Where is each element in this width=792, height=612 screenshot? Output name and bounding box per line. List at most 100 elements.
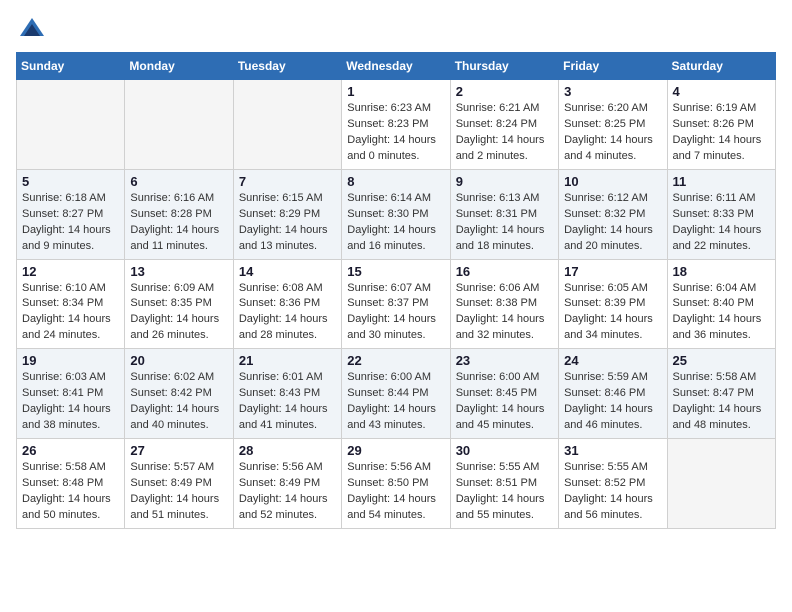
calendar-cell: 14 Sunrise: 6:08 AMSunset: 8:36 PMDayligh… xyxy=(233,259,341,349)
day-info: Sunrise: 6:11 AMSunset: 8:33 PMDaylight:… xyxy=(673,191,770,255)
day-info: Sunrise: 5:56 AMSunset: 8:50 PMDaylight:… xyxy=(347,460,444,524)
calendar-week-row: 1 Sunrise: 6:23 AMSunset: 8:23 PMDaylight… xyxy=(17,80,776,170)
day-number: 23 xyxy=(456,353,553,368)
calendar-cell: 2 Sunrise: 6:21 AMSunset: 8:24 PMDaylight… xyxy=(450,80,558,170)
calendar-cell: 12Sunrise: 6:10 AMSunset: 8:34 PMDayligh… xyxy=(17,259,125,349)
calendar-cell: 4 Sunrise: 6:19 AMSunset: 8:26 PMDaylight… xyxy=(667,80,775,170)
day-number: 15 xyxy=(347,264,444,279)
calendar-cell: 6 Sunrise: 6:16 AMSunset: 8:28 PMDaylight… xyxy=(125,169,233,259)
calendar-cell: 31 Sunrise: 5:55 AMSunset: 8:52 PMDayligh… xyxy=(559,439,667,529)
day-info: Sunrise: 6:02 AMSunset: 8:42 PMDaylight:… xyxy=(130,370,227,434)
day-info: Sunrise: 6:16 AMSunset: 8:28 PMDaylight:… xyxy=(130,191,227,255)
day-number: 5 xyxy=(22,174,119,189)
calendar-cell: 5Sunrise: 6:18 AMSunset: 8:27 PMDaylight… xyxy=(17,169,125,259)
day-number: 24 xyxy=(564,353,661,368)
calendar-week-row: 26 Sunrise: 5:58 AMSunset: 8:48 PMDayligh… xyxy=(17,439,776,529)
day-number: 1 xyxy=(347,84,444,99)
calendar-cell: 15 Sunrise: 6:07 AMSunset: 8:37 PMDayligh… xyxy=(342,259,450,349)
calendar-cell: 21 Sunrise: 6:01 AMSunset: 8:43 PMDayligh… xyxy=(233,349,341,439)
day-info: Sunrise: 6:19 AMSunset: 8:26 PMDaylight:… xyxy=(673,101,770,165)
day-number: 29 xyxy=(347,443,444,458)
calendar-cell xyxy=(233,80,341,170)
header-monday: Monday xyxy=(125,53,233,80)
calendar-week-row: 5Sunrise: 6:18 AMSunset: 8:27 PMDaylight… xyxy=(17,169,776,259)
calendar-cell: 8Sunrise: 6:14 AMSunset: 8:30 PMDaylight… xyxy=(342,169,450,259)
header-sunday: Sunday xyxy=(17,53,125,80)
calendar-cell: 9 Sunrise: 6:13 AMSunset: 8:31 PMDaylight… xyxy=(450,169,558,259)
day-info: Sunrise: 6:10 AMSunset: 8:34 PMDaylight:… xyxy=(22,281,119,345)
page-header xyxy=(16,16,776,44)
day-info: Sunrise: 5:55 AMSunset: 8:52 PMDaylight:… xyxy=(564,460,661,524)
day-number: 3 xyxy=(564,84,661,99)
header-thursday: Thursday xyxy=(450,53,558,80)
calendar-cell xyxy=(125,80,233,170)
day-number: 18 xyxy=(673,264,770,279)
day-info: Sunrise: 6:05 AMSunset: 8:39 PMDaylight:… xyxy=(564,281,661,345)
day-number: 20 xyxy=(130,353,227,368)
day-number: 9 xyxy=(456,174,553,189)
calendar-cell: 10Sunrise: 6:12 AMSunset: 8:32 PMDayligh… xyxy=(559,169,667,259)
day-number: 28 xyxy=(239,443,336,458)
day-info: Sunrise: 5:55 AMSunset: 8:51 PMDaylight:… xyxy=(456,460,553,524)
calendar-cell: 29 Sunrise: 5:56 AMSunset: 8:50 PMDayligh… xyxy=(342,439,450,529)
logo xyxy=(16,16,46,44)
day-info: Sunrise: 6:08 AMSunset: 8:36 PMDaylight:… xyxy=(239,281,336,345)
calendar-cell xyxy=(667,439,775,529)
header-friday: Friday xyxy=(559,53,667,80)
header-wednesday: Wednesday xyxy=(342,53,450,80)
calendar-cell: 20 Sunrise: 6:02 AMSunset: 8:42 PMDayligh… xyxy=(125,349,233,439)
calendar-cell: 22Sunrise: 6:00 AMSunset: 8:44 PMDayligh… xyxy=(342,349,450,439)
header-saturday: Saturday xyxy=(667,53,775,80)
day-number: 13 xyxy=(130,264,227,279)
day-info: Sunrise: 5:57 AMSunset: 8:49 PMDaylight:… xyxy=(130,460,227,524)
calendar-cell: 27 Sunrise: 5:57 AMSunset: 8:49 PMDayligh… xyxy=(125,439,233,529)
calendar-cell: 30Sunrise: 5:55 AMSunset: 8:51 PMDayligh… xyxy=(450,439,558,529)
calendar-cell xyxy=(17,80,125,170)
day-info: Sunrise: 6:13 AMSunset: 8:31 PMDaylight:… xyxy=(456,191,553,255)
calendar-cell: 16Sunrise: 6:06 AMSunset: 8:38 PMDayligh… xyxy=(450,259,558,349)
day-info: Sunrise: 6:01 AMSunset: 8:43 PMDaylight:… xyxy=(239,370,336,434)
day-info: Sunrise: 6:00 AMSunset: 8:45 PMDaylight:… xyxy=(456,370,553,434)
day-info: Sunrise: 6:09 AMSunset: 8:35 PMDaylight:… xyxy=(130,281,227,345)
day-number: 17 xyxy=(564,264,661,279)
day-number: 2 xyxy=(456,84,553,99)
day-number: 14 xyxy=(239,264,336,279)
calendar-table: SundayMondayTuesdayWednesdayThursdayFrid… xyxy=(16,52,776,529)
calendar-cell: 18 Sunrise: 6:04 AMSunset: 8:40 PMDayligh… xyxy=(667,259,775,349)
day-info: Sunrise: 6:00 AMSunset: 8:44 PMDaylight:… xyxy=(347,370,444,434)
logo-icon xyxy=(18,16,46,44)
day-number: 4 xyxy=(673,84,770,99)
calendar-cell: 17 Sunrise: 6:05 AMSunset: 8:39 PMDayligh… xyxy=(559,259,667,349)
day-number: 27 xyxy=(130,443,227,458)
calendar-cell: 13 Sunrise: 6:09 AMSunset: 8:35 PMDayligh… xyxy=(125,259,233,349)
day-number: 6 xyxy=(130,174,227,189)
day-number: 11 xyxy=(673,174,770,189)
calendar-cell: 23 Sunrise: 6:00 AMSunset: 8:45 PMDayligh… xyxy=(450,349,558,439)
day-info: Sunrise: 6:03 AMSunset: 8:41 PMDaylight:… xyxy=(22,370,119,434)
calendar-header-row: SundayMondayTuesdayWednesdayThursdayFrid… xyxy=(17,53,776,80)
day-info: Sunrise: 6:14 AMSunset: 8:30 PMDaylight:… xyxy=(347,191,444,255)
day-number: 7 xyxy=(239,174,336,189)
calendar-cell: 19Sunrise: 6:03 AMSunset: 8:41 PMDayligh… xyxy=(17,349,125,439)
header-tuesday: Tuesday xyxy=(233,53,341,80)
calendar-cell: 1 Sunrise: 6:23 AMSunset: 8:23 PMDaylight… xyxy=(342,80,450,170)
day-number: 25 xyxy=(673,353,770,368)
calendar-cell: 7 Sunrise: 6:15 AMSunset: 8:29 PMDaylight… xyxy=(233,169,341,259)
day-info: Sunrise: 6:15 AMSunset: 8:29 PMDaylight:… xyxy=(239,191,336,255)
day-info: Sunrise: 5:58 AMSunset: 8:48 PMDaylight:… xyxy=(22,460,119,524)
calendar-cell: 3Sunrise: 6:20 AMSunset: 8:25 PMDaylight… xyxy=(559,80,667,170)
day-info: Sunrise: 6:23 AMSunset: 8:23 PMDaylight:… xyxy=(347,101,444,165)
day-number: 10 xyxy=(564,174,661,189)
day-number: 26 xyxy=(22,443,119,458)
calendar-cell: 26 Sunrise: 5:58 AMSunset: 8:48 PMDayligh… xyxy=(17,439,125,529)
day-info: Sunrise: 6:21 AMSunset: 8:24 PMDaylight:… xyxy=(456,101,553,165)
day-number: 21 xyxy=(239,353,336,368)
day-info: Sunrise: 6:04 AMSunset: 8:40 PMDaylight:… xyxy=(673,281,770,345)
day-number: 16 xyxy=(456,264,553,279)
calendar-week-row: 19Sunrise: 6:03 AMSunset: 8:41 PMDayligh… xyxy=(17,349,776,439)
calendar-cell: 28Sunrise: 5:56 AMSunset: 8:49 PMDayligh… xyxy=(233,439,341,529)
calendar-cell: 24Sunrise: 5:59 AMSunset: 8:46 PMDayligh… xyxy=(559,349,667,439)
day-info: Sunrise: 6:07 AMSunset: 8:37 PMDaylight:… xyxy=(347,281,444,345)
day-number: 31 xyxy=(564,443,661,458)
calendar-week-row: 12Sunrise: 6:10 AMSunset: 8:34 PMDayligh… xyxy=(17,259,776,349)
